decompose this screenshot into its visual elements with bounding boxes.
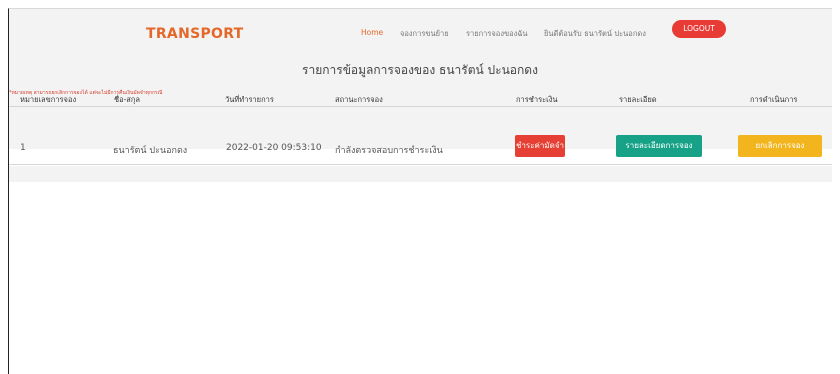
table-footer-strip <box>9 166 832 182</box>
table-row-divider <box>9 164 832 165</box>
column-header-actions: การดำเนินการ <box>750 95 798 104</box>
brand-logo[interactable]: TRANSPORT <box>146 26 244 42</box>
nav-welcome-user[interactable]: ยินดีต้อนรับ ธนารัตน์ ปะนอกดง <box>544 28 646 40</box>
column-header-booking-id: หมายเลขการจอง <box>20 95 77 104</box>
column-header-date: วันที่ทำรายการ <box>225 95 274 104</box>
cell-booking-id: 1 <box>20 143 26 153</box>
booking-details-button[interactable]: รายละเอียดการจอง <box>616 135 702 157</box>
column-header-details: รายละเอียด <box>619 95 657 104</box>
table-header-divider <box>9 106 832 107</box>
cell-name: ธนารัตน์ ปะนอกดง <box>113 146 188 156</box>
nav-my-bookings[interactable]: รายการจองของฉัน <box>466 28 528 40</box>
pay-deposit-button[interactable]: ชำระค่ามัดจำ <box>515 135 565 157</box>
logout-button[interactable]: LOGOUT <box>672 20 726 38</box>
cell-status: กำลังตรวจสอบการชำระเงิน <box>335 146 443 156</box>
cancel-booking-button[interactable]: ยกเลิกการจอง <box>738 135 822 157</box>
page-title: รายการข้อมูลการจองของ ธนารัตน์ ปะนอกดง <box>302 63 538 77</box>
column-header-payment: การชำระเงิน <box>516 95 558 104</box>
cell-date: 2022-01-20 09:53:10 <box>226 143 322 153</box>
nav-book-transport[interactable]: จองการขนย้าย <box>400 28 449 40</box>
nav-home[interactable]: Home <box>361 28 383 37</box>
column-header-name: ชื่อ-สกุล <box>114 95 141 104</box>
column-header-status: สถานะการจอง <box>335 95 383 104</box>
